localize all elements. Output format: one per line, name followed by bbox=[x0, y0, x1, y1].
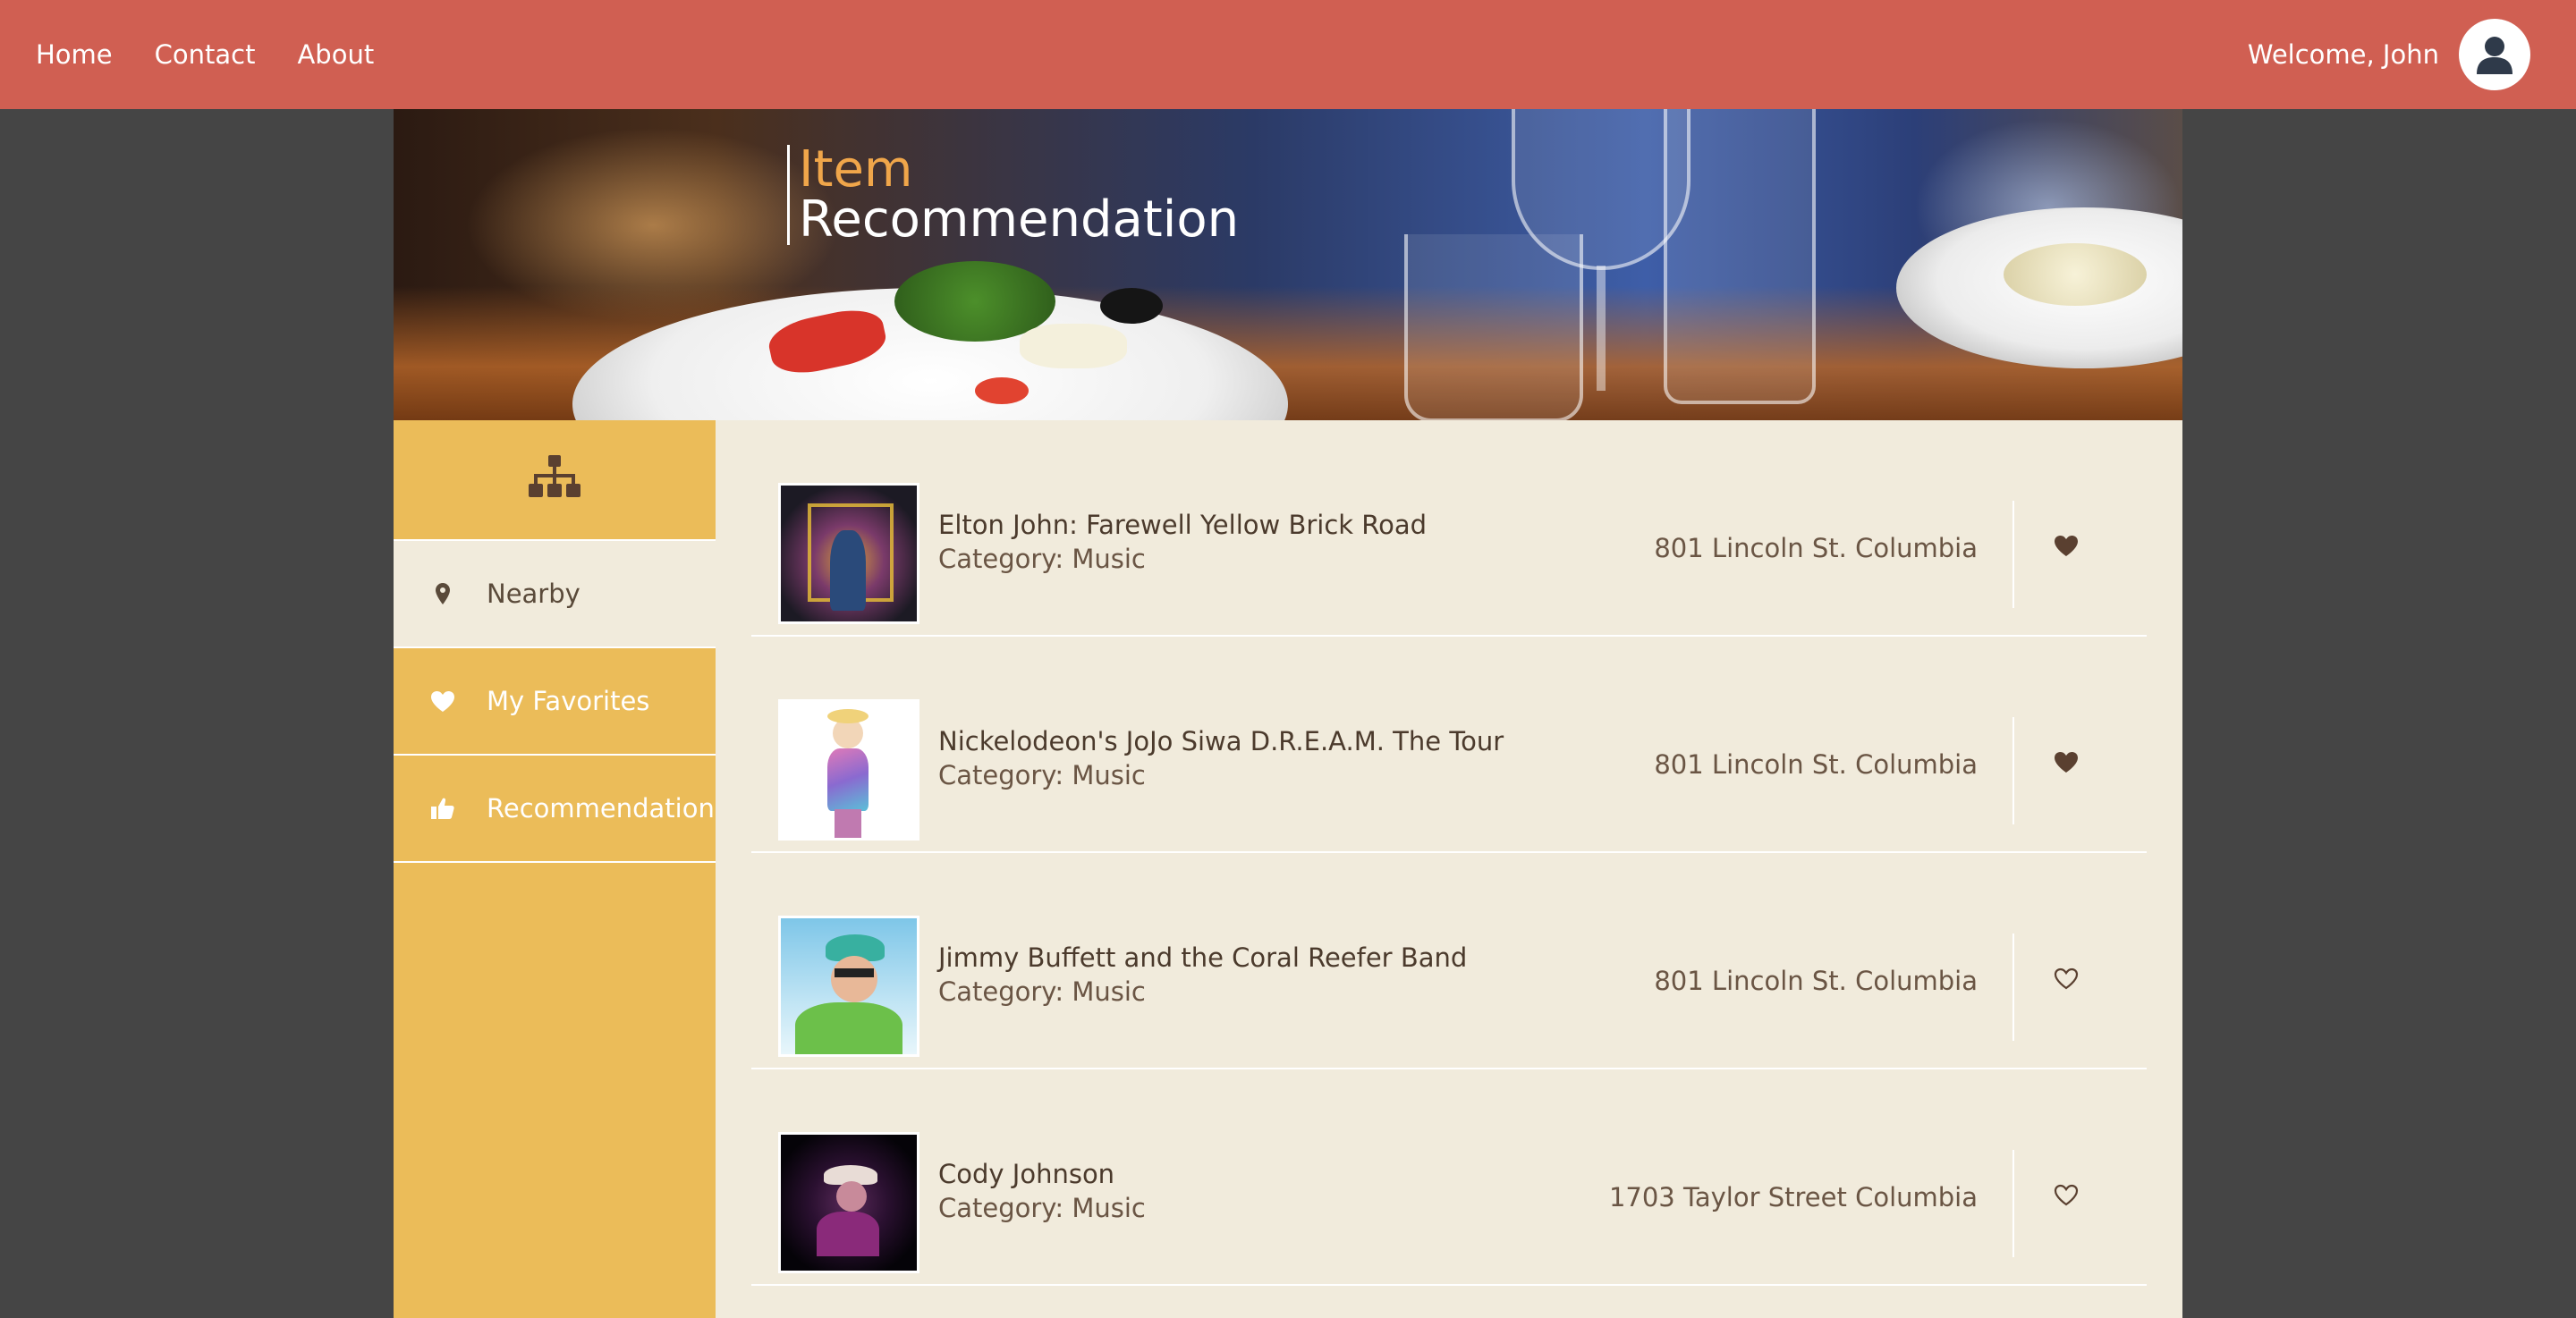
sidebar-item-my-favorites[interactable]: My Favorites bbox=[394, 648, 716, 756]
user-circle-icon[interactable] bbox=[2459, 19, 2530, 90]
welcome-text: Welcome, John bbox=[2247, 39, 2439, 70]
thumbs-up-icon bbox=[429, 798, 456, 819]
page-title-recommendation: Recommendation bbox=[799, 190, 1240, 249]
item-name[interactable]: Elton John: Farewell Yellow Brick Road bbox=[938, 510, 1427, 540]
heart-outline-icon bbox=[2054, 1184, 2079, 1210]
heart-icon bbox=[429, 690, 456, 713]
item-thumbnail[interactable] bbox=[778, 916, 919, 1057]
sidebar-item-label: My Favorites bbox=[487, 686, 650, 716]
favorite-button[interactable] bbox=[2046, 962, 2086, 998]
main-container: Item Recommendation Nearby My Favorites … bbox=[394, 109, 2182, 1318]
divider bbox=[2012, 717, 2014, 824]
sidebar-item-label: Recommendation bbox=[487, 793, 715, 824]
glass-image bbox=[1404, 234, 1583, 420]
sidebar-item-label: Nearby bbox=[487, 579, 580, 609]
user-area: Welcome, John bbox=[2248, 19, 2530, 90]
top-navbar: Home Contact About Welcome, John bbox=[0, 0, 2576, 109]
item-name[interactable]: Nickelodeon's JoJo Siwa D.R.E.A.M. The T… bbox=[938, 726, 1504, 756]
item-address: 801 Lincoln St. Columbia bbox=[1654, 533, 1978, 563]
item-name[interactable]: Cody Johnson bbox=[938, 1159, 1114, 1189]
nav-about-link[interactable]: About bbox=[297, 39, 374, 70]
page-title: Item Recommendation bbox=[787, 145, 1239, 245]
list-item: Jimmy Buffett and the Coral Reefer Band … bbox=[751, 853, 2147, 1069]
sidebar-header bbox=[394, 420, 716, 541]
item-thumbnail[interactable] bbox=[778, 483, 919, 624]
sitemap-icon bbox=[528, 454, 581, 505]
item-category: Category: Music bbox=[938, 1193, 1146, 1223]
list-item: Elton John: Farewell Yellow Brick Road C… bbox=[751, 420, 2147, 637]
list-item: Nickelodeon's JoJo Siwa D.R.E.A.M. The T… bbox=[751, 637, 2147, 853]
item-list: Elton John: Farewell Yellow Brick Road C… bbox=[716, 420, 2182, 1318]
sidebar-item-recommendation[interactable]: Recommendation bbox=[394, 756, 716, 863]
item-category: Category: Music bbox=[938, 544, 1146, 574]
favorite-button[interactable] bbox=[2046, 1179, 2086, 1214]
divider bbox=[2012, 1150, 2014, 1257]
map-marker-icon bbox=[429, 583, 456, 604]
list-item: Cody Johnson Category: Music 1703 Taylor… bbox=[751, 1069, 2147, 1286]
nav-links: Home Contact About bbox=[36, 39, 416, 70]
sidebar-item-nearby[interactable]: Nearby bbox=[394, 541, 716, 648]
favorite-button[interactable] bbox=[2046, 529, 2086, 565]
divider bbox=[2012, 501, 2014, 608]
item-address: 801 Lincoln St. Columbia bbox=[1654, 966, 1978, 996]
nav-contact-link[interactable]: Contact bbox=[155, 39, 256, 70]
page-title-item: Item bbox=[799, 140, 913, 199]
item-category: Category: Music bbox=[938, 760, 1146, 790]
item-thumbnail[interactable] bbox=[778, 1132, 919, 1273]
item-name[interactable]: Jimmy Buffett and the Coral Reefer Band bbox=[938, 942, 1467, 973]
nav-home-link[interactable]: Home bbox=[36, 39, 113, 70]
header-banner: Item Recommendation bbox=[394, 109, 2182, 420]
item-category: Category: Music bbox=[938, 976, 1146, 1007]
sidebar: Nearby My Favorites Recommendation bbox=[394, 420, 716, 1318]
divider bbox=[2012, 934, 2014, 1041]
item-address: 1703 Taylor Street Columbia bbox=[1608, 1182, 1978, 1212]
item-address: 801 Lincoln St. Columbia bbox=[1654, 749, 1978, 780]
favorite-button[interactable] bbox=[2046, 746, 2086, 782]
heart-filled-icon bbox=[2054, 535, 2079, 561]
heart-outline-icon bbox=[2054, 967, 2079, 993]
heart-filled-icon bbox=[2054, 751, 2079, 777]
item-thumbnail[interactable] bbox=[778, 699, 919, 841]
